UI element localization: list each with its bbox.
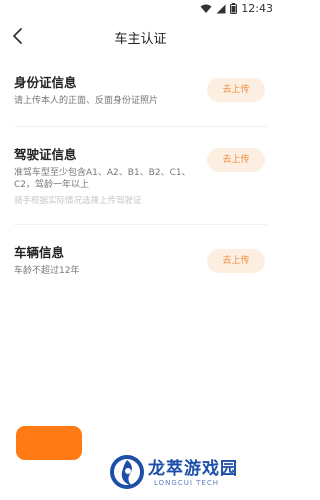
section-desc-line-1: 准驾车型至少包含A1、A2、B1、B2、C1、 xyxy=(14,168,191,178)
divider xyxy=(14,224,267,225)
status-time: 12:43 xyxy=(241,2,273,15)
upload-driving-license-button[interactable]: 去上传 xyxy=(207,148,265,172)
divider xyxy=(14,126,267,127)
page-title: 车主认证 xyxy=(114,32,167,47)
section-desc: 请上传本人的正面、反面身份证照片 xyxy=(14,96,159,106)
status-bar: 12:43 xyxy=(0,0,281,18)
nav-bar: 车主认证 xyxy=(0,18,281,56)
section-desc: 车龄不超过12年 xyxy=(14,266,80,276)
driving-license-section: 驾驶证信息 准驾车型至少包含A1、A2、B1、B2、C1、 C2，驾龄一年以上 … xyxy=(0,130,281,222)
vehicle-section: 车辆信息 车龄不超过12年 去上传 xyxy=(0,232,281,292)
signal-icon xyxy=(216,4,226,13)
upload-vehicle-button[interactable]: 去上传 xyxy=(207,249,265,273)
upload-id-card-button[interactable]: 去上传 xyxy=(207,78,265,102)
section-desc-line-2: C2，驾龄一年以上 xyxy=(14,180,90,190)
section-note: 骑手根据实际情况选择上传驾驶证 xyxy=(14,196,142,206)
watermark-subtitle: LONGCUI TECH xyxy=(154,479,219,487)
section-title: 驾驶证信息 xyxy=(14,147,77,162)
watermark-name: 龙萃游戏园 xyxy=(148,459,238,479)
watermark-logo: 龙萃游戏园 LONGCUI TECH xyxy=(108,452,276,498)
section-title: 身份证信息 xyxy=(14,75,77,90)
wifi-icon xyxy=(200,4,212,13)
battery-icon xyxy=(230,3,238,14)
id-card-section: 身份证信息 请上传本人的正面、反面身份证照片 去上传 xyxy=(0,62,281,126)
section-title: 车辆信息 xyxy=(14,245,65,260)
submit-button[interactable] xyxy=(16,426,82,460)
dragon-logo-icon xyxy=(110,455,144,489)
status-icons: 12:43 xyxy=(200,2,273,15)
